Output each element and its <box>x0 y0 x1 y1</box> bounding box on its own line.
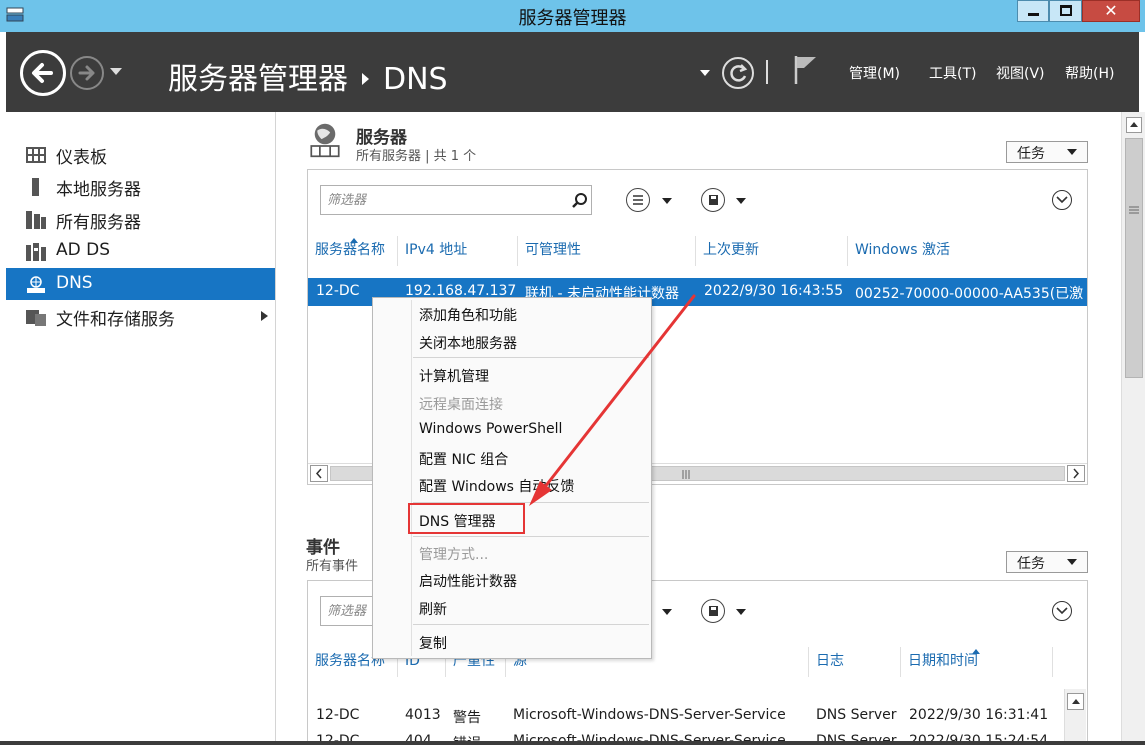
taskbar-edge <box>0 741 1145 745</box>
annotation-arrow-icon <box>529 294 696 506</box>
